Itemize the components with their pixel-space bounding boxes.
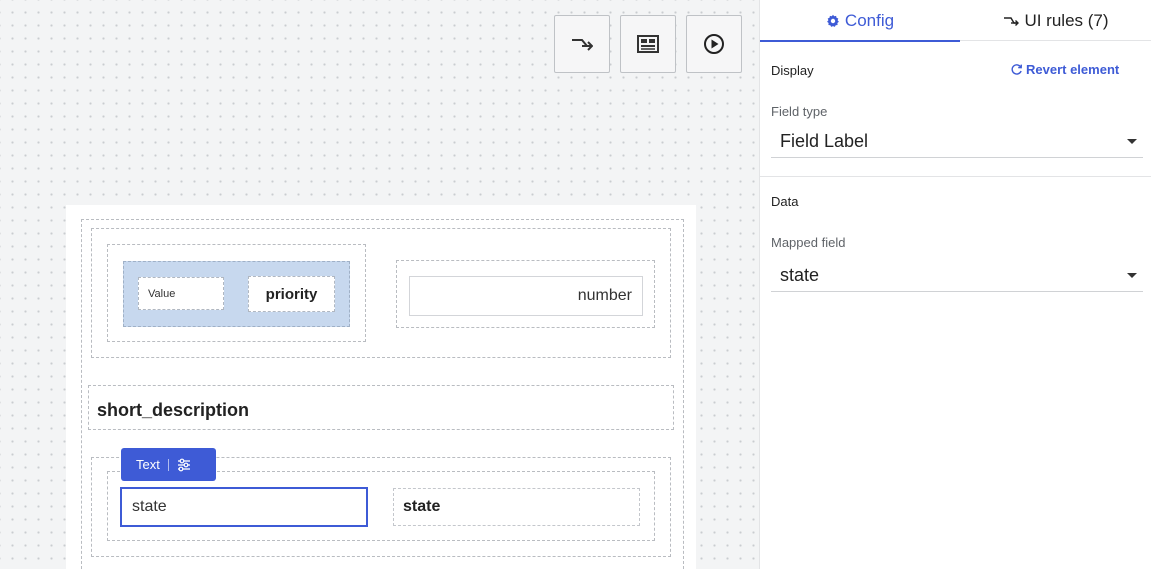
element-type-chip[interactable]: Text: [121, 448, 216, 481]
tab-ui-rules-label: UI rules (7): [1024, 10, 1109, 30]
ui-rules-button[interactable]: [554, 15, 610, 73]
data-section-title: Data: [771, 194, 799, 209]
revert-element-label: Revert element: [1026, 62, 1120, 77]
value-chip-label: Value: [148, 287, 176, 300]
panel-tabs: Config UI rules (7): [760, 0, 1151, 42]
element-type-label: Text: [136, 457, 160, 472]
number-field[interactable]: number: [409, 276, 643, 316]
number-text: number: [577, 287, 632, 304]
section-divider: [760, 176, 1151, 177]
state-label-text: state: [403, 498, 441, 515]
priority-text: priority: [265, 285, 318, 303]
branch-rules-icon: [572, 39, 593, 51]
state-text-field[interactable]: state: [120, 487, 368, 527]
state-field-label[interactable]: state: [393, 488, 640, 526]
tab-config-label: Config: [844, 10, 895, 30]
field-type-value: Field Label: [780, 131, 869, 151]
play-circle-icon: [704, 34, 724, 54]
value-chip[interactable]: Value: [138, 277, 224, 310]
branch-rules-icon: [1004, 16, 1020, 26]
chevron-down-icon: [1127, 273, 1137, 278]
chip-separator: [167, 458, 169, 471]
field-type-select[interactable]: Field Label: [771, 126, 1143, 158]
display-section-title: Display: [771, 63, 814, 78]
form-layout-button[interactable]: [620, 15, 676, 73]
config-panel: Config UI rules (7) Display Revert eleme…: [759, 0, 1151, 569]
mapped-field-select[interactable]: state: [771, 260, 1143, 292]
tab-ui-rules[interactable]: UI rules (7): [960, 0, 1151, 41]
field-type-caption: Field type: [771, 104, 828, 119]
short-description-label[interactable]: short_description: [97, 400, 249, 421]
form-canvas[interactable]: Value priority number short_description …: [0, 0, 759, 569]
mapped-field-caption: Mapped field: [771, 235, 846, 250]
preview-button[interactable]: [686, 15, 742, 73]
revert-element-link[interactable]: Revert element: [1010, 62, 1119, 77]
form-layout-icon: [637, 35, 659, 53]
refresh-icon: [1011, 64, 1022, 75]
sliders-icon[interactable]: [177, 458, 191, 472]
gear-icon: [827, 14, 839, 27]
mapped-field-value: state: [780, 265, 820, 285]
priority-field-label[interactable]: priority: [248, 276, 335, 312]
tab-config[interactable]: Config: [760, 0, 960, 42]
state-input-text: state: [132, 498, 167, 515]
chevron-down-icon: [1127, 139, 1137, 144]
